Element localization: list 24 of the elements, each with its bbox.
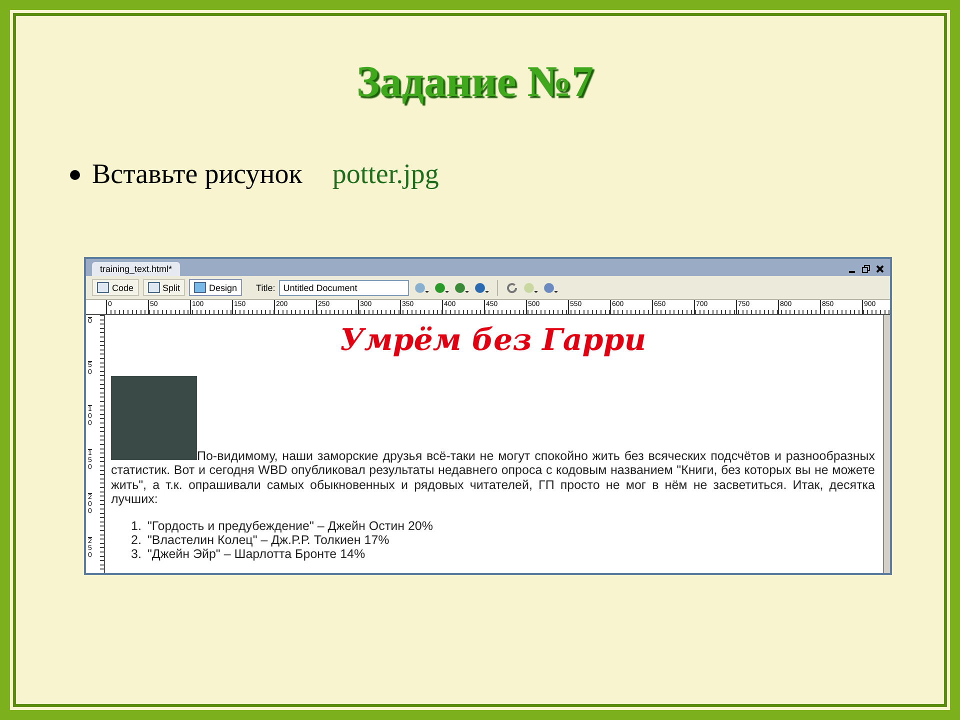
refresh-icon[interactable] [506,282,518,294]
slide-title: Задание №7 [356,56,594,107]
list-number: 1. [131,518,142,532]
restore-icon[interactable] [862,265,870,273]
bullet-icon [70,170,80,180]
bullet-text: Вставьте рисунок [92,159,302,191]
title-label: Title: [256,282,276,292]
list-number: 2. [131,532,142,546]
file-name: potter.jpg [332,159,439,191]
document-tab[interactable]: training_text.html* [92,262,180,276]
close-icon[interactable] [876,265,884,273]
view-icon [148,282,160,293]
page-heading: Умрём без Гарри [338,323,648,358]
view-button[interactable]: Code [92,279,139,296]
title-field[interactable]: Untitled Document [279,280,410,296]
view-button[interactable]: Split [142,279,186,296]
view-icon [97,282,109,293]
list-item: "Гордость и предубеждение" – Джейн Остин 20% [147,518,433,532]
list-item: "Властелин Колец" – Дж.Р.Р. Толкиен 17% [147,532,390,546]
list-item: "Джейн Эйр" – Шарлотта Бронте 14% [147,546,366,560]
article-paragraph: По-видимому, наши заморские друзья всё-таки не могут спокойно жить без всяческих подсчётов и разнообразных статистик. Вот и сегодня WBD опубликовал результаты недавнего опроса с кодовым названием "Книги, без которых вы не можете жить", а т.к. опрашивали самых обыкновенных и рядовых читателей, ГП просто не мог в нём не засветиться. Итак, десятка лучших: [111,449,875,506]
view-button[interactable]: Design [189,279,242,296]
list-number: 3. [131,546,142,560]
view-icon [194,282,206,293]
